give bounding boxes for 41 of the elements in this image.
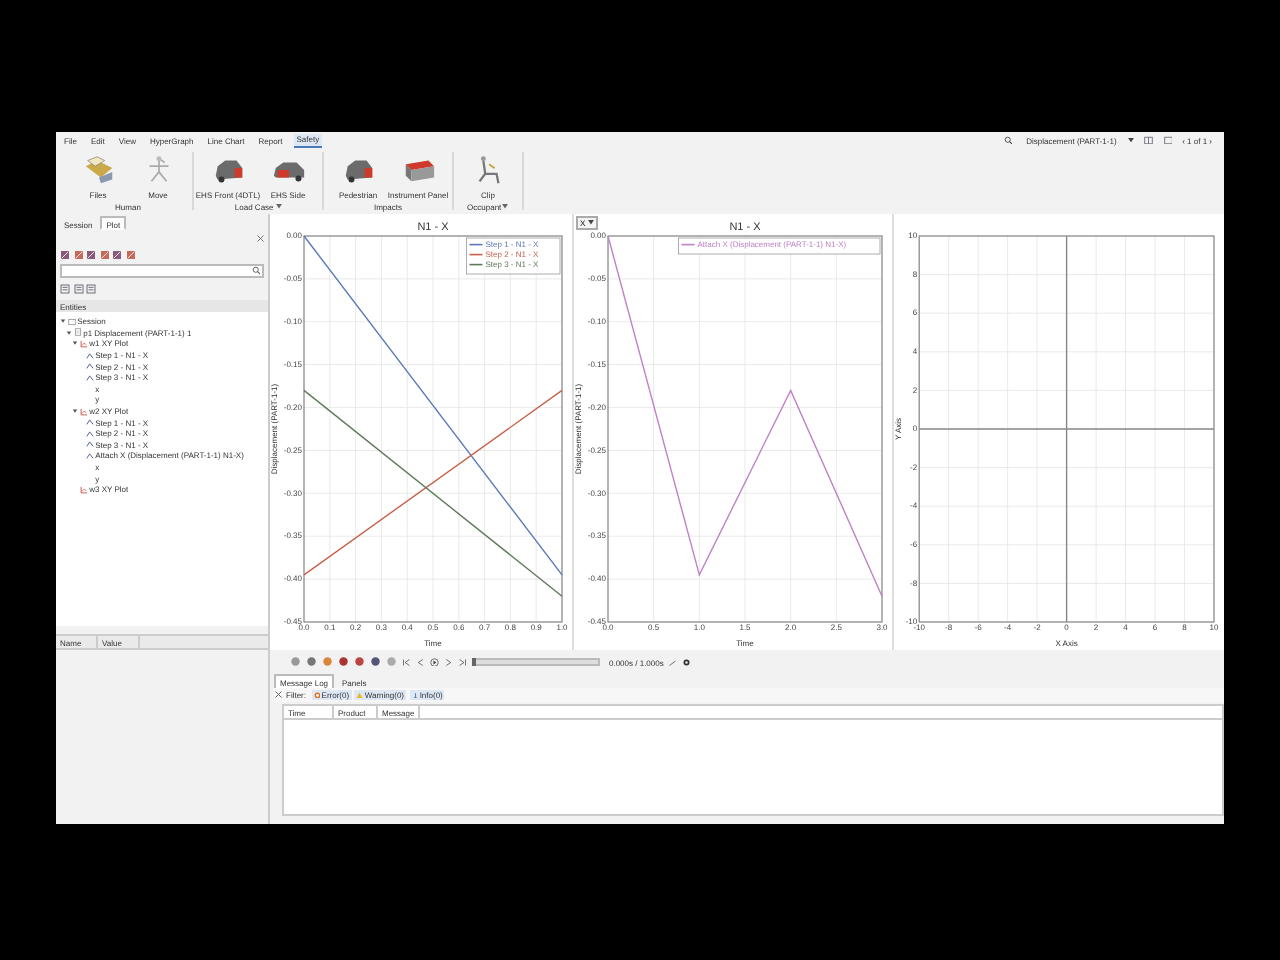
toolbar-icon[interactable] (112, 249, 122, 259)
page-icon (73, 328, 82, 337)
warning-icon (356, 691, 364, 699)
close-icon[interactable] (274, 690, 283, 700)
search-field[interactable] (60, 264, 264, 278)
caret-icon (588, 220, 595, 226)
tree-tool-icon[interactable] (73, 283, 83, 293)
play-icon[interactable] (430, 657, 439, 667)
toolbar-icon[interactable] (86, 249, 96, 259)
session-icon (67, 317, 76, 326)
close-icon[interactable] (255, 233, 264, 243)
expand-arrow-icon[interactable] (72, 408, 78, 415)
next-icon[interactable] (444, 657, 453, 667)
plot-icon (79, 339, 88, 348)
first-frame-icon[interactable] (402, 657, 411, 667)
toolbar-icon[interactable] (125, 249, 135, 259)
search-icon (251, 266, 260, 276)
window-icon[interactable] (1163, 135, 1173, 145)
caret-icon (1128, 137, 1135, 143)
caret-icon[interactable] (275, 204, 282, 210)
plot-icon (79, 485, 88, 494)
info-icon (411, 691, 419, 699)
caret-icon[interactable] (502, 204, 509, 210)
toolbar-icon[interactable] (60, 249, 70, 259)
expand-arrow-icon[interactable] (66, 329, 72, 336)
settings-icon[interactable] (682, 657, 692, 667)
layout-icon[interactable] (1144, 135, 1154, 145)
tree-tool-icon[interactable] (86, 283, 96, 293)
previous-icon[interactable] (416, 657, 425, 667)
expand-arrow-icon[interactable] (60, 318, 66, 325)
folder-icon (81, 154, 115, 186)
legend-box (466, 237, 561, 275)
tree-tool-icon[interactable] (60, 283, 70, 293)
toolbar-icon[interactable] (99, 249, 109, 259)
speed-icon[interactable] (668, 657, 678, 667)
time-slider[interactable] (472, 658, 600, 666)
toolbar-icon[interactable] (73, 249, 83, 259)
expand-arrow-icon[interactable] (72, 340, 78, 347)
plot-icon (79, 407, 88, 416)
last-frame-icon[interactable] (458, 657, 467, 667)
search-icon[interactable] (1003, 135, 1013, 145)
